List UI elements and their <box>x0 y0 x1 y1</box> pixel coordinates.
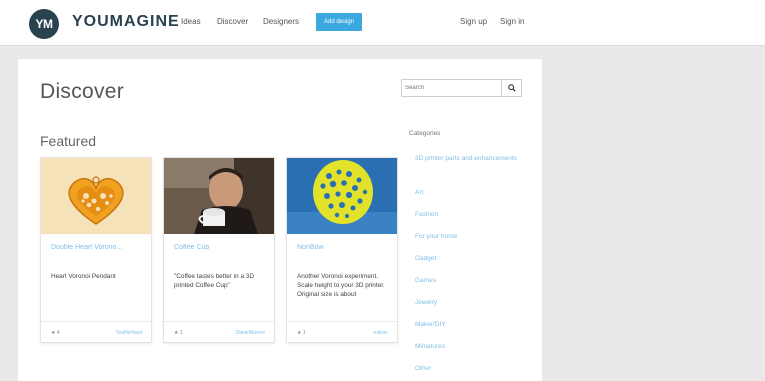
sign-up-link[interactable]: Sign up <box>460 17 487 26</box>
design-thumbnail[interactable] <box>164 158 274 234</box>
author-link[interactable]: YesHeHasIt <box>116 330 142 336</box>
design-description: Heart Voronoi Pendant <box>51 273 116 280</box>
design-card[interactable]: Coffee Cup "Coffee tastes better in a 3D… <box>163 157 275 343</box>
voronoi-lamp-image <box>287 158 397 234</box>
design-description: "Coffee tastes better in a 3D printed Co… <box>174 273 254 289</box>
design-title-link[interactable]: NonBow <box>297 244 389 251</box>
design-card[interactable]: Double Heart Vorono... Heart Voronoi Pen… <box>40 157 152 343</box>
coffee-cup-image <box>164 158 274 234</box>
star-icon: ★ <box>51 330 56 336</box>
featured-heading: Featured <box>40 133 97 149</box>
sign-in-link[interactable]: Sign in <box>500 17 524 26</box>
search-button[interactable] <box>501 79 522 97</box>
likes-value: 4 <box>56 330 60 336</box>
likes-count: ★ 1 <box>297 330 306 336</box>
logo-badge[interactable]: YM <box>29 9 59 39</box>
search-input[interactable] <box>402 80 502 96</box>
author-link[interactable]: nolivrc <box>374 330 388 336</box>
design-title-link[interactable]: Coffee Cup <box>174 244 266 251</box>
category-link[interactable]: Art <box>415 188 525 198</box>
search-icon <box>508 84 516 92</box>
likes-count: ★ 4 <box>51 330 60 336</box>
category-link[interactable]: Jewelry <box>415 298 525 308</box>
logo-text[interactable]: YOUMAGINE <box>72 13 180 31</box>
categories-heading: Categories <box>409 130 441 137</box>
category-link[interactable]: Other <box>415 364 525 374</box>
likes-value: 1 <box>179 330 183 336</box>
category-link[interactable]: 3D printer parts and enhancements <box>415 154 525 176</box>
search-box <box>401 79 522 97</box>
star-icon: ★ <box>174 330 179 336</box>
design-description: Another Voronoi experiment. Scale height… <box>297 273 385 298</box>
category-link[interactable]: Maker/DIY <box>415 320 525 330</box>
add-design-button[interactable]: Add design <box>316 13 362 31</box>
nav-discover-link[interactable]: Discover <box>217 17 248 26</box>
likes-value: 1 <box>302 330 306 336</box>
design-title-link[interactable]: Double Heart Vorono... <box>51 244 143 251</box>
design-thumbnail[interactable] <box>41 158 151 234</box>
author-link[interactable]: DanielNorree <box>236 330 265 336</box>
category-link[interactable]: Fashion <box>415 210 525 220</box>
nav-designers-link[interactable]: Designers <box>263 17 299 26</box>
card-footer: ★ 1 DanielNorree <box>164 321 274 343</box>
card-footer: ★ 1 nolivrc <box>287 321 397 343</box>
category-link[interactable]: Miniatures <box>415 342 525 352</box>
likes-count: ★ 1 <box>174 330 183 336</box>
nav-ideas-link[interactable]: Ideas <box>181 17 201 26</box>
category-link[interactable]: Gadget <box>415 254 525 264</box>
categories-list: 3D printer parts and enhancements Art Fa… <box>415 154 525 374</box>
heart-pendant-image <box>41 158 151 234</box>
design-card[interactable]: NonBow Another Voronoi experiment. Scale… <box>286 157 398 343</box>
star-icon: ★ <box>297 330 302 336</box>
category-link[interactable]: Games <box>415 276 525 286</box>
top-navigation-bar: YM YOUMAGINE Ideas Discover Designers Ad… <box>0 0 765 46</box>
page-title: Discover <box>40 80 125 103</box>
category-link[interactable]: For your home <box>415 232 525 242</box>
card-footer: ★ 4 YesHeHasIt <box>41 321 151 343</box>
design-thumbnail[interactable] <box>287 158 397 234</box>
main-content-panel: Discover Featured Dou <box>18 59 542 381</box>
